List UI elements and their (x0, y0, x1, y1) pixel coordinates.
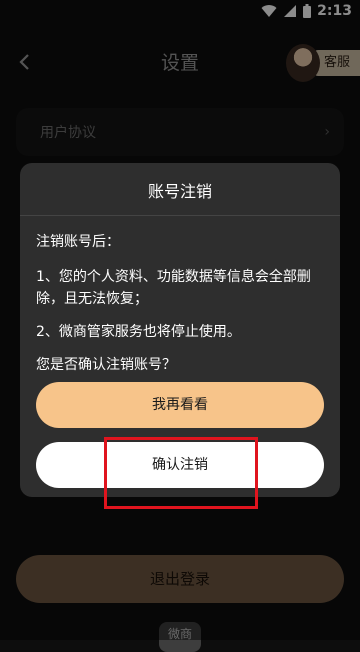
dialog-point-2: 2、微商管家服务也将停止使用。 (36, 324, 241, 340)
highlight-box (104, 437, 258, 509)
reconsider-button[interactable]: 我再看看 (36, 382, 324, 428)
dialog-lead: 注销账号后： (36, 234, 120, 250)
dialog-title: 账号注销 (147, 182, 212, 201)
dialog-question: 您是否确认注销账号？ (36, 357, 176, 373)
dialog-divider (20, 215, 340, 216)
dialog-point-1: 1、您的个人资料、功能数据等信息会全部删除，且无法恢复； (36, 269, 311, 307)
dialog-body: 注销账号后： 1、您的个人资料、功能数据等信息会全部删除，且无法恢复； 2、微商… (36, 231, 324, 387)
